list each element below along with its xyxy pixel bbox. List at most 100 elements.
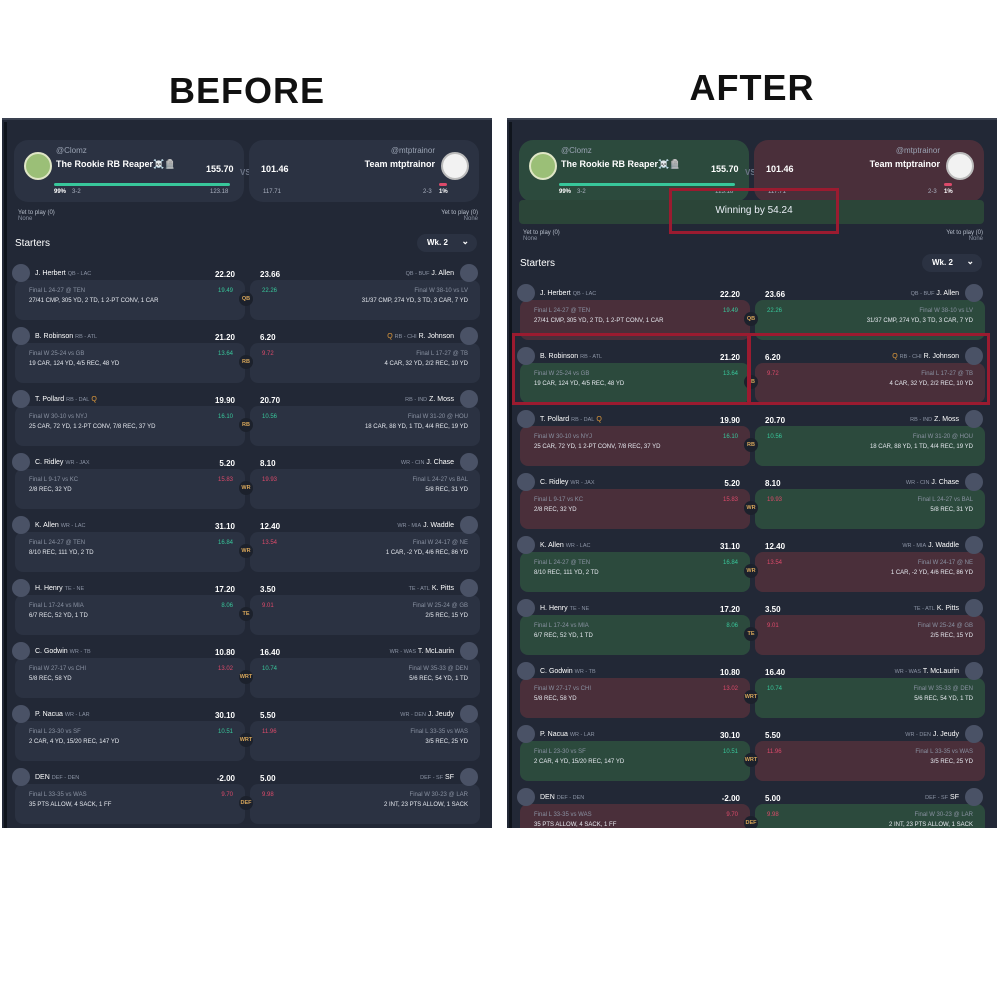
player-position: QB - BUF <box>405 271 430 277</box>
player-name: P. Nacua <box>540 731 568 738</box>
player-card[interactable]: K. Allen WR - LAC 31.10 Final L 24-27 @ TE… <box>12 516 245 572</box>
home-score: 155.70 <box>206 164 234 174</box>
player-card[interactable]: 8.10 WR - CIN J. Chase 19.93 Final L 24-27 … <box>250 453 480 509</box>
lineup-slot-badge: DEF <box>239 796 253 810</box>
game-result: Final W 24-17 @ NE <box>412 540 468 546</box>
projected-points: 16.10 <box>217 414 233 420</box>
stat-line: 35 PTS ALLOW, 4 SACK, 1 FF <box>534 822 617 828</box>
week-selector[interactable]: Wk. 2 ⌄ <box>922 254 982 272</box>
player-card[interactable]: DEN DEF - DEN -2.00 Final L 33-35 vs WAS 9.… <box>517 788 750 828</box>
player-name-line: RB - IND Z. Moss <box>910 416 959 423</box>
game-result: Final L 9-17 vs KC <box>29 477 79 483</box>
player-position: WR - DEN <box>400 712 426 718</box>
highlight-right-rb <box>748 333 990 405</box>
player-card[interactable]: 3.50 TE - ATL K. Pitts 9.01 Final W 25-24 @… <box>755 599 985 655</box>
player-card[interactable]: 12.40 WR - MIA J. Waddle 13.54 Final W 24-1… <box>755 536 985 592</box>
player-card[interactable]: C. Godwin WR - TB 10.80 Final W 27-17 vs C… <box>12 642 245 698</box>
player-name-line: RB - IND Z. Moss <box>405 396 454 403</box>
game-result: Final L 17-24 vs MIA <box>534 623 589 629</box>
stat-line: 2 CAR, 4 YD, 15/20 REC, 147 YD <box>29 739 120 745</box>
player-points: 8.10 <box>260 459 276 468</box>
player-name: P. Nacua <box>35 711 63 718</box>
week-selector[interactable]: Wk. 2 ⌄ <box>417 234 477 252</box>
projected-points: 9.70 <box>726 812 738 818</box>
player-card[interactable]: 23.66 QB - BUF J. Allen 22.26 Final W 38-10… <box>250 264 480 320</box>
game-result: Final L 33-35 vs WAS <box>534 812 592 818</box>
player-card[interactable]: 8.10 WR - CIN J. Chase 19.93 Final L 24-27 … <box>755 473 985 529</box>
player-card[interactable]: 16.40 WR - WAS T. McLaurin 10.74 Final W 35… <box>755 662 985 718</box>
player-card[interactable]: 3.50 TE - ATL K. Pitts 9.01 Final W 25-24 @… <box>250 579 480 635</box>
player-card[interactable]: 6.20 Q RB - CHI R. Johnson 9.72 Final L 17-… <box>250 327 480 383</box>
starter-row: P. Nacua WR - LAR 30.10 Final L 23-30 vs S… <box>507 725 997 781</box>
player-position: WR - TB <box>69 649 91 655</box>
player-name: DEN <box>35 774 50 781</box>
player-points: 12.40 <box>260 522 281 531</box>
player-points: 23.66 <box>260 270 281 279</box>
player-card[interactable]: C. Godwin WR - TB 10.80 Final W 27-17 vs C… <box>517 662 750 718</box>
player-card[interactable]: 12.40 WR - MIA J. Waddle 13.54 Final W 24-1… <box>250 516 480 572</box>
player-position: WR - MIA <box>397 523 422 529</box>
player-points: 10.80 <box>214 648 235 657</box>
player-position: WR - CIN <box>905 480 930 486</box>
player-headshot-icon <box>12 453 30 471</box>
player-card[interactable]: K. Allen WR - LAC 31.10 Final L 24-27 @ TE… <box>517 536 750 592</box>
player-card[interactable]: T. Pollard RB - DAL Q 19.90 Final W 30-10 … <box>12 390 245 446</box>
yet-to-play-value: None <box>463 216 478 222</box>
player-name-line: H. Henry TE - NE <box>540 605 589 612</box>
player-card[interactable]: J. Herbert QB - LAC 22.20 Final L 24-27 @ … <box>12 264 245 320</box>
player-card[interactable]: 5.00 DEF - SF SF 9.98 Final W 30-23 @ LAR 2 … <box>250 768 480 824</box>
player-name: K. Allen <box>540 542 564 549</box>
player-headshot-icon <box>965 725 983 743</box>
player-position: RB - DAL <box>571 417 595 423</box>
projected-points: 13.02 <box>217 666 233 672</box>
player-name-line: P. Nacua WR - LAR <box>35 711 90 718</box>
starter-row: T. Pollard RB - DAL Q 19.90 Final W 30-10 … <box>2 390 492 446</box>
lineup-slot-badge: RB <box>239 355 253 369</box>
stat-line: 27/41 CMP, 305 YD, 2 TD, 1 2-PT CONV, 1 … <box>29 298 159 304</box>
player-card[interactable]: P. Nacua WR - LAR 30.10 Final L 23-30 vs S… <box>517 725 750 781</box>
player-name-line: B. Robinson RB - ATL <box>35 333 97 340</box>
stat-line: 25 CAR, 72 YD, 1 2-PT CONV, 7/8 REC, 37 … <box>534 444 661 450</box>
player-position: WR - WAS <box>389 649 416 655</box>
away-team-card[interactable]: @mtptrainor Team mtptrainor 101.46 117.71 2-… <box>249 140 479 202</box>
player-card[interactable]: B. Robinson RB - ATL 21.20 Final W 25-24 v… <box>12 327 245 383</box>
player-name: K. Pitts <box>936 605 959 612</box>
player-card[interactable]: C. Ridley WR - JAX 5.20 Final L 9-17 vs KC… <box>517 473 750 529</box>
player-position: WR - LAR <box>569 732 595 738</box>
player-card[interactable]: C. Ridley WR - JAX 5.20 Final L 9-17 vs KC… <box>12 453 245 509</box>
player-headshot-icon <box>965 410 983 428</box>
stat-line: 4 CAR, 32 YD, 2/2 REC, 10 YD <box>384 361 468 367</box>
away-handle: @mtptrainor <box>390 146 435 155</box>
projected-points: 10.56 <box>767 434 783 440</box>
stat-line: 8/10 REC, 111 YD, 2 TD <box>29 550 94 556</box>
away-yet-to-play: Yet to play (0) None <box>946 230 983 242</box>
home-yet-to-play: Yet to play (0) None <box>18 210 55 222</box>
player-name-line: K. Allen WR - LAC <box>540 542 590 549</box>
player-card[interactable]: P. Nacua WR - LAR 30.10 Final L 23-30 vs S… <box>12 705 245 761</box>
player-card[interactable]: T. Pollard RB - DAL Q 19.90 Final W 30-10 … <box>517 410 750 466</box>
player-name: H. Henry <box>35 585 63 592</box>
stat-line: 31/37 CMP, 274 YD, 3 TD, 3 CAR, 7 YD <box>361 298 468 304</box>
injury-tag: Q <box>596 416 602 423</box>
player-card[interactable]: 20.70 RB - IND Z. Moss 10.56 Final W 31-20 … <box>755 410 985 466</box>
player-card[interactable]: H. Henry TE - NE 17.20 Final L 17-24 vs MI… <box>517 599 750 655</box>
player-points: 16.40 <box>765 668 786 677</box>
panel-edge <box>509 122 512 828</box>
home-record: 3-2 <box>72 189 81 195</box>
projected-points: 19.49 <box>217 288 233 294</box>
game-result: Final W 35-33 @ DEN <box>408 666 468 672</box>
player-points: 6.20 <box>260 333 276 342</box>
player-name: R. Johnson <box>418 333 454 340</box>
home-team-card[interactable]: @Clomz The Rookie RB Reaper☠️🪦 155.70 99% 3-… <box>14 140 244 202</box>
player-card[interactable]: 20.70 RB - IND Z. Moss 10.56 Final W 31-20 … <box>250 390 480 446</box>
player-points: 5.20 <box>219 459 235 468</box>
player-card[interactable]: DEN DEF - DEN -2.00 Final L 33-35 vs WAS 9.… <box>12 768 245 824</box>
player-points: 8.10 <box>765 479 781 488</box>
player-card[interactable]: 5.50 WR - DEN J. Jeudy 11.96 Final L 33-35 … <box>755 725 985 781</box>
starter-row: DEN DEF - DEN -2.00 Final L 33-35 vs WAS 9.… <box>507 788 997 828</box>
stat-line: 25 CAR, 72 YD, 1 2-PT CONV, 7/8 REC, 37 … <box>29 424 156 430</box>
player-card[interactable]: H. Henry TE - NE 17.20 Final L 17-24 vs MI… <box>12 579 245 635</box>
player-card[interactable]: 5.50 WR - DEN J. Jeudy 11.96 Final L 33-35 … <box>250 705 480 761</box>
player-card[interactable]: 16.40 WR - WAS T. McLaurin 10.74 Final W 35… <box>250 642 480 698</box>
player-card[interactable]: 5.00 DEF - SF SF 9.98 Final W 30-23 @ LAR 2 … <box>755 788 985 828</box>
